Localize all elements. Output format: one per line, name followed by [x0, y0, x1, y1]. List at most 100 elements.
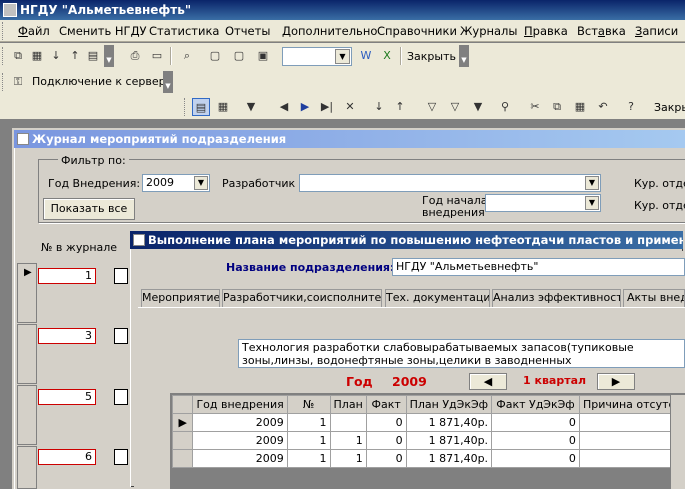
- menu-references[interactable]: Справочники: [377, 24, 457, 38]
- tab-implementation-acts[interactable]: Акты внедр: [623, 289, 685, 307]
- start-year-select[interactable]: ▼: [485, 194, 601, 212]
- cell-fact-eff[interactable]: 0: [491, 449, 580, 468]
- sort-desc-icon[interactable]: ↑: [66, 47, 84, 65]
- save-icon[interactable]: ▼: [242, 98, 260, 116]
- prev-quarter-button[interactable]: ◀: [469, 373, 507, 390]
- col-header[interactable]: Факт: [365, 395, 407, 414]
- paste-icon[interactable]: ▦: [571, 98, 589, 116]
- toolbar-dropdown-button[interactable]: ▼: [163, 71, 173, 93]
- table-row[interactable]: ▶ 2009 1 0 1 871,40р. 0: [171, 413, 685, 432]
- grid-scrollbar[interactable]: [670, 395, 685, 489]
- menu-records[interactable]: Записи: [635, 24, 678, 38]
- apply-filter-icon[interactable]: ▼: [469, 98, 487, 116]
- technology-text[interactable]: Технология разработки слабовырабатываемы…: [238, 339, 685, 368]
- row-selector[interactable]: ▶: [171, 413, 194, 432]
- multi-page-icon[interactable]: ▣: [254, 47, 272, 65]
- print-icon[interactable]: ⎙: [126, 47, 144, 65]
- form-view-icon[interactable]: ▤: [192, 98, 210, 116]
- cell-fact-eff[interactable]: 0: [491, 431, 580, 450]
- show-all-button[interactable]: Показать все: [43, 198, 135, 220]
- server-connect-button[interactable]: Подключение к серверу: [32, 75, 172, 88]
- cell-reason[interactable]: [578, 413, 685, 432]
- cell-year[interactable]: 2009: [192, 449, 288, 468]
- filter-by-selection-icon[interactable]: ▽: [423, 98, 441, 116]
- col-header[interactable]: Факт УдЭкЭф: [491, 395, 580, 414]
- cell-plan[interactable]: [329, 413, 367, 432]
- sort-asc-icon[interactable]: ↓: [370, 98, 388, 116]
- copy-icon[interactable]: ⧉: [548, 98, 566, 116]
- record-selector[interactable]: [17, 446, 37, 489]
- record-field-stub[interactable]: [114, 328, 128, 344]
- row-selector[interactable]: [171, 431, 194, 450]
- record-field-stub[interactable]: [114, 268, 128, 284]
- col-header[interactable]: План УдЭкЭф: [405, 395, 493, 414]
- cell-fact[interactable]: 0: [365, 413, 407, 432]
- chevron-down-icon[interactable]: ▼: [585, 196, 599, 210]
- menu-statistics[interactable]: Статистика: [149, 24, 219, 38]
- cell-fact-eff[interactable]: 0: [491, 413, 580, 432]
- excel-export-icon[interactable]: X: [378, 47, 396, 65]
- cell-plan-eff[interactable]: 1 871,40р.: [405, 449, 493, 468]
- help-icon[interactable]: ?: [622, 98, 640, 116]
- chevron-down-icon[interactable]: ▼: [194, 176, 208, 190]
- find-icon[interactable]: ⚲: [496, 98, 514, 116]
- menu-change-ngdu[interactable]: Сменить НГДУ: [59, 24, 147, 38]
- nav-last-icon[interactable]: ▶|: [318, 98, 336, 116]
- journal-number-field[interactable]: 5: [38, 389, 96, 405]
- word-export-icon[interactable]: W: [357, 47, 375, 65]
- chevron-down-icon[interactable]: ▼: [335, 49, 350, 64]
- nav-first-icon[interactable]: ◀: [275, 98, 293, 116]
- cell-plan[interactable]: 1: [329, 431, 367, 450]
- delete-record-icon[interactable]: ✕: [341, 98, 359, 116]
- datasheet-view-icon[interactable]: ▦: [214, 98, 232, 116]
- table-row[interactable]: 2009 1 1 0 1 871,40р. 0: [171, 431, 685, 450]
- dept-field[interactable]: НГДУ "Альметьевнефть": [392, 258, 685, 276]
- cell-fact[interactable]: 0: [365, 431, 407, 450]
- year-select[interactable]: 2009 ▼: [142, 174, 210, 192]
- tab-efficiency-analysis[interactable]: Анализ эффективности: [492, 289, 621, 307]
- nav-next-icon[interactable]: ▶: [296, 98, 314, 116]
- calc-icon[interactable]: ▤: [84, 47, 102, 65]
- menu-edit[interactable]: Правка: [524, 24, 568, 38]
- server-connect-icon[interactable]: ⚿: [9, 73, 27, 91]
- close-button[interactable]: Закры: [654, 101, 685, 114]
- cell-fact[interactable]: 0: [365, 449, 407, 468]
- tab-measure[interactable]: Мероприятие: [141, 289, 220, 307]
- grid-corner[interactable]: [171, 395, 194, 414]
- journal-number-field[interactable]: 3: [38, 328, 96, 344]
- table-row[interactable]: 2009 1 1 0 1 871,40р. 0: [171, 449, 685, 468]
- cell-reason[interactable]: [578, 449, 685, 468]
- copy-icon[interactable]: ⧉: [9, 47, 27, 65]
- cell-year[interactable]: 2009: [192, 431, 288, 450]
- cell-num[interactable]: 1: [286, 449, 331, 468]
- two-page-icon[interactable]: ▢: [230, 47, 248, 65]
- cell-reason[interactable]: [578, 431, 685, 450]
- record-field-stub[interactable]: [114, 389, 128, 405]
- toolbar-dropdown-button[interactable]: ▼: [104, 45, 114, 67]
- cell-plan-eff[interactable]: 1 871,40р.: [405, 413, 493, 432]
- undo-icon[interactable]: ↶: [594, 98, 612, 116]
- cell-num[interactable]: 1: [286, 431, 331, 450]
- chevron-down-icon[interactable]: ▼: [585, 176, 599, 190]
- record-selector[interactable]: [17, 324, 37, 384]
- close-button[interactable]: Закрыть: [407, 50, 456, 63]
- developer-select[interactable]: ▼: [299, 174, 601, 192]
- sort-asc-icon[interactable]: ↓: [47, 47, 65, 65]
- col-header[interactable]: №: [286, 395, 331, 414]
- col-header[interactable]: План: [329, 395, 367, 414]
- col-header[interactable]: Год внедрения: [192, 395, 288, 414]
- tab-tech-docs[interactable]: Тех. документация: [385, 289, 490, 307]
- row-selector[interactable]: [171, 449, 194, 468]
- journal-number-field[interactable]: 6: [38, 449, 96, 465]
- zoom-icon[interactable]: ⌕: [178, 47, 196, 65]
- filter-by-form-icon[interactable]: ▽: [446, 98, 464, 116]
- cell-plan[interactable]: 1: [329, 449, 367, 468]
- cut-icon[interactable]: ✂: [526, 98, 544, 116]
- zoom-combo[interactable]: ▼: [282, 47, 352, 66]
- record-field-stub[interactable]: [114, 449, 128, 465]
- paste-icon[interactable]: ▦: [28, 47, 46, 65]
- preview-icon[interactable]: ▭: [148, 47, 166, 65]
- record-selector[interactable]: [17, 385, 37, 445]
- cell-plan-eff[interactable]: 1 871,40р.: [405, 431, 493, 450]
- menu-additional[interactable]: Дополнительно: [282, 24, 377, 38]
